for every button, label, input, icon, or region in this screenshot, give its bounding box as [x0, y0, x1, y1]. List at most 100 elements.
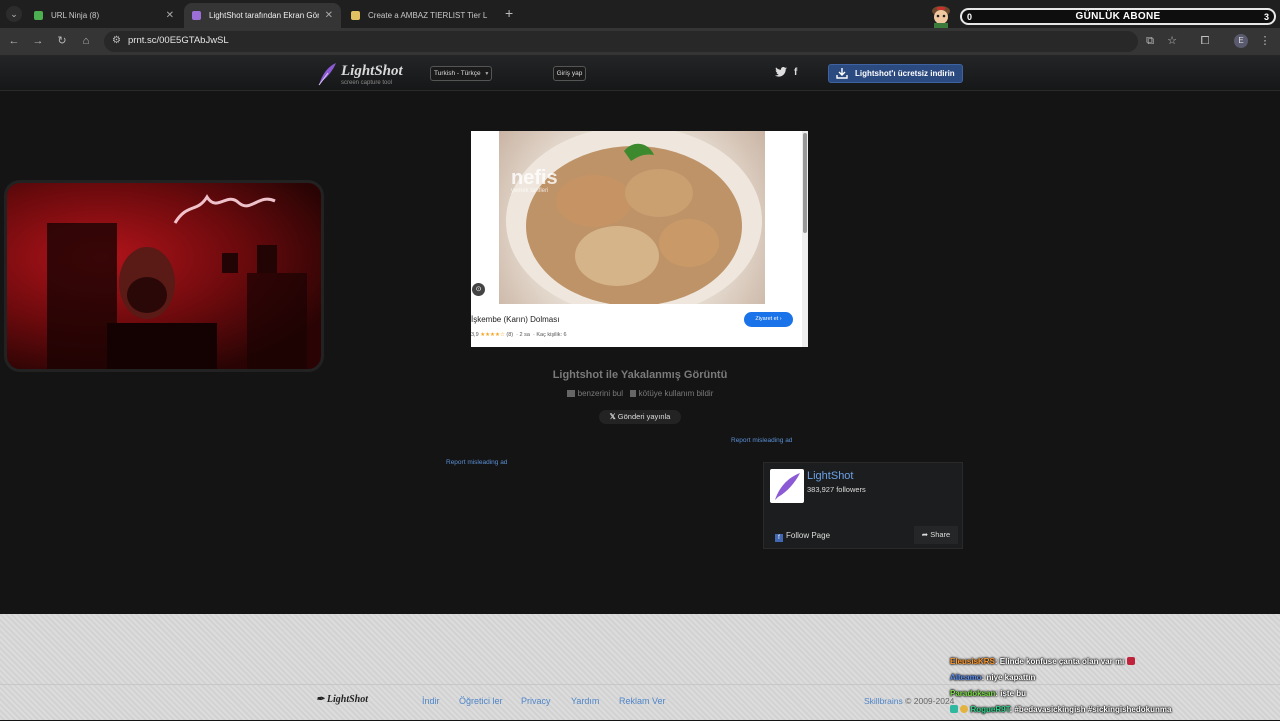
tab-lightshot[interactable]: LightShot tarafından Ekran Görü ✕: [184, 3, 341, 28]
footer-link-tutorials[interactable]: Öğretici ler: [459, 696, 503, 706]
new-tab-icon[interactable]: +: [505, 6, 513, 20]
menu-icon[interactable]: ⋮: [1257, 33, 1273, 49]
address-bar[interactable]: ⚙ prnt.sc/00E5GTAbJwSL: [104, 31, 1138, 52]
twitter-icon[interactable]: [775, 67, 787, 80]
recipe-servings: Kaç kişilik: 6: [536, 332, 567, 338]
x-logo-icon: 𝕏: [609, 412, 616, 421]
fb-page-name[interactable]: LightShot: [807, 470, 853, 482]
fb-followers: 383,927 followers: [807, 485, 866, 494]
footer-logo[interactable]: ✒ LightShot: [316, 694, 368, 705]
feather-icon: [318, 63, 336, 86]
browser-toolbar: ← → ↻ ⌂ ⚙ prnt.sc/00E5GTAbJwSL ⧉ ☆ ⧠ ⋮: [0, 28, 1280, 55]
feather-icon: ✒: [316, 694, 325, 705]
fb-share-label: Share: [930, 530, 951, 539]
facebook-icon: f: [775, 534, 783, 542]
badge-icon: [950, 705, 958, 713]
footer-link-download[interactable]: İndir: [422, 696, 440, 706]
close-tab-icon[interactable]: ✕: [166, 10, 174, 21]
extensions-icon[interactable]: ⧠: [1197, 33, 1213, 49]
rating-stars: ★★★★☆: [480, 332, 505, 338]
chat-message: RogueR9T: #bedavasickingish #sickingishe…: [950, 705, 1280, 721]
download-button[interactable]: Lightshot'ı ücretsiz indirin: [828, 64, 963, 83]
stream-chat-overlay: EleusisKRS: Elinde konfuse çanta olan va…: [950, 657, 1280, 721]
footer-link-help[interactable]: Yardım: [571, 696, 599, 706]
logo-tagline: screen capture tool: [341, 80, 393, 86]
footer-copyright: Skillbrains © 2009-2024: [864, 696, 954, 706]
login-button[interactable]: Giriş yap: [553, 66, 586, 81]
tab-title: LightShot tarafından Ekran Görü: [209, 11, 319, 20]
facebook-icon[interactable]: f: [794, 67, 797, 78]
language-select[interactable]: Turkish - Türkçe ▼: [430, 66, 492, 81]
report-abuse-link[interactable]: kötüye kullanım bildir: [639, 389, 714, 398]
tab-search-icon[interactable]: ⌄: [6, 6, 22, 22]
chat-message: Alteamo: niye kapattın: [950, 673, 1036, 682]
reload-icon[interactable]: ↻: [54, 33, 70, 49]
url-ninja-favicon-icon: [34, 11, 43, 20]
chat-text: niye kapattın: [986, 673, 1036, 682]
capture-title: Lightshot ile Yakalanmış Görüntü: [552, 369, 728, 381]
capture-actions: benzerini bul kötüye kullanım bildir: [0, 389, 1280, 398]
chat-username: Alteamo: [950, 673, 982, 682]
subscriber-goal-bar: 0 GÜNLÜK ABONE 3: [960, 8, 1276, 25]
post-button[interactable]: 𝕏 Gönderi yayınla: [599, 410, 681, 424]
nefis-watermark-tagline: yemek tarifleri: [511, 188, 549, 194]
forward-icon[interactable]: →: [30, 33, 46, 49]
lightshot-logo[interactable]: LightShot screen capture tool: [316, 61, 416, 87]
screenshot-scrollbar: [802, 131, 808, 347]
chat-text: işte bu: [1000, 689, 1027, 698]
tab-title: Create a AMBAZ TIERLIST Tier L: [368, 11, 488, 20]
footer-logo-text: LightShot: [326, 694, 369, 705]
site-header: [0, 55, 1280, 91]
back-icon[interactable]: ←: [6, 33, 22, 49]
url-text[interactable]: prnt.sc/00E5GTAbJwSL: [128, 35, 229, 46]
recipe-rating: 3,9: [471, 332, 479, 338]
tab-tierlist[interactable]: Create a AMBAZ TIERLIST Tier L: [343, 3, 498, 28]
chat-username: RogueR9T: [970, 705, 1010, 714]
install-app-icon[interactable]: ⧉: [1142, 33, 1158, 49]
mascot-icon: [932, 6, 950, 31]
lightshot-favicon-icon: [192, 11, 201, 20]
chat-text: #bedavasickingish #sickingishedokunma: [1014, 705, 1172, 714]
chat-username: EleusisKRS: [950, 657, 995, 666]
lightshot-page-logo[interactable]: [770, 469, 804, 503]
report-ad-link[interactable]: Report misleading ad: [731, 437, 792, 444]
recipe-duration: 2 sa: [519, 332, 530, 338]
streamer-webcam-image: [47, 194, 307, 369]
skillbrains-link[interactable]: Skillbrains: [864, 696, 903, 706]
fb-share-button[interactable]: ➦ Share: [914, 526, 958, 544]
visit-button: Ziyaret et ›: [744, 312, 793, 327]
dropdown-arrow-icon: ▼: [484, 71, 490, 77]
browser-tab-strip: ⌄ URL Ninja (8) ✕ LightShot tarafından E…: [0, 0, 1280, 31]
download-button-label: Lightshot'ı ücretsiz indirin: [855, 69, 955, 78]
footer-link-privacy[interactable]: Privacy: [521, 696, 551, 706]
find-similar-link[interactable]: benzerini bul: [578, 389, 623, 398]
bookmark-star-icon[interactable]: ☆: [1164, 33, 1180, 49]
tab-url-ninja[interactable]: URL Ninja (8) ✕: [26, 3, 182, 28]
emote-icon: [1126, 657, 1135, 665]
share-icon: ➦: [921, 530, 929, 539]
site-info-icon[interactable]: ⚙: [112, 35, 121, 46]
subscriber-goal-count: 3: [1263, 11, 1269, 22]
profile-avatar[interactable]: E: [1234, 34, 1248, 48]
fb-follow-button[interactable]: f Follow Page: [775, 531, 830, 542]
fb-follow-label: Follow Page: [786, 531, 831, 540]
lens-icon: ⊙: [472, 283, 485, 296]
home-icon[interactable]: ⌂: [78, 33, 94, 49]
logo-name: LightShot: [341, 63, 403, 79]
facebook-page-widget: LightShot 383,927 followers f Follow Page…: [763, 462, 963, 549]
copyright-text: © 2009-2024: [905, 696, 955, 706]
review-count: (8): [506, 332, 514, 338]
tab-title: URL Ninja (8): [51, 11, 100, 20]
subscriber-goal-label: GÜNLÜK ABONE: [1075, 11, 1161, 22]
nefis-watermark: nefis: [511, 167, 558, 189]
language-value: Turkish - Türkçe: [434, 70, 481, 77]
subscriber-overlay: 0 GÜNLÜK ABONE 3: [922, 3, 1280, 31]
recipe-meta: 3,9 ★★★★☆ (8) · 2 sa · Kaç kişilik: 6: [471, 332, 567, 338]
recipe-title: İşkembe (Karın) Dolması: [471, 315, 560, 324]
chat-text: Elinde konfuse çanta olan var mı: [999, 657, 1125, 666]
captured-screenshot[interactable]: nefis yemek tarifleri ⊙ İşkembe (Karın) …: [471, 131, 808, 347]
close-tab-icon[interactable]: ✕: [325, 10, 333, 21]
subscriber-start-count: 0: [967, 11, 973, 22]
footer-link-advertise[interactable]: Reklam Ver: [619, 696, 666, 706]
report-ad-link[interactable]: Report misleading ad: [446, 459, 507, 466]
